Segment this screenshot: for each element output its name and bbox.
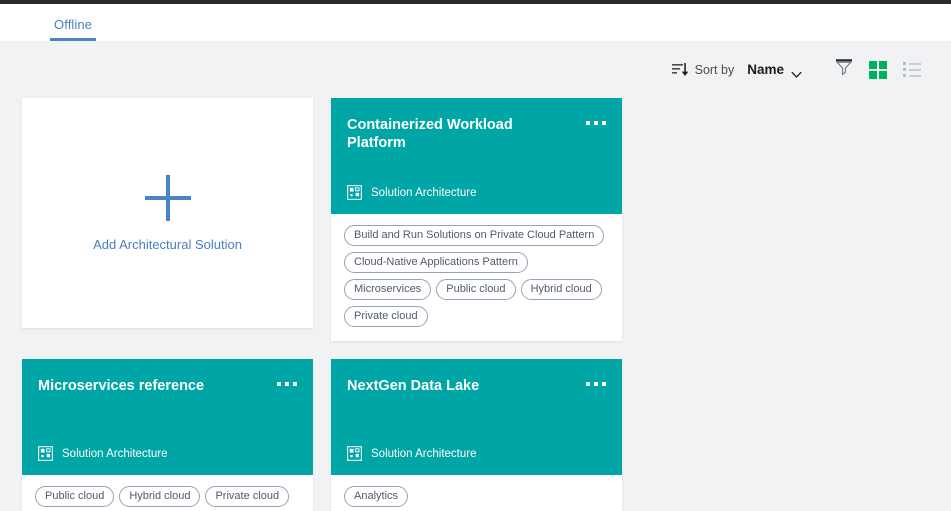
sort-by-label: Sort by (694, 62, 735, 77)
solutions-board: Add Architectural Solution Containerized… (0, 98, 951, 511)
tag[interactable]: Public cloud (436, 279, 516, 300)
solution-architecture-icon (38, 446, 53, 461)
solution-card[interactable]: Microservices reference Solution Archite… (22, 359, 313, 511)
add-architectural-solution-card[interactable]: Add Architectural Solution (22, 98, 313, 328)
solution-card[interactable]: NextGen Data Lake Solution Architecture … (331, 359, 622, 511)
sort-descending-icon[interactable] (671, 62, 688, 78)
tag[interactable]: Hybrid cloud (520, 279, 602, 300)
tab-offline[interactable]: Offline (50, 17, 97, 41)
card-header: Microservices reference Solution Archite… (22, 359, 313, 475)
card-title: Containerized Workload Platform (347, 117, 513, 152)
tag[interactable]: Analytics (344, 486, 409, 507)
card-header: NextGen Data Lake Solution Architecture (331, 359, 622, 475)
tag[interactable]: Public cloud (35, 486, 115, 507)
card-type-label: Solution Architecture (371, 447, 477, 460)
tag[interactable]: Microservices (344, 279, 432, 300)
solution-architecture-icon (347, 185, 362, 200)
card-tags: Public cloud Hybrid cloud Private cloud … (22, 475, 313, 511)
tag[interactable]: Build and Run Solutions on Private Cloud… (344, 225, 605, 246)
overflow-menu-icon[interactable] (586, 377, 606, 386)
card-tags: Analytics (331, 475, 622, 511)
filter-funnel-icon (834, 57, 854, 82)
sort-value-dropdown[interactable]: Name (747, 62, 784, 77)
card-title: Microservices reference (38, 378, 205, 394)
chevron-down-icon[interactable] (791, 66, 802, 78)
toolbar: Sort by Name (0, 41, 951, 98)
plus-icon (144, 174, 191, 221)
tag[interactable]: Private cloud (205, 486, 290, 507)
tab-offline-label: Offline (54, 17, 93, 32)
filter-button[interactable] (827, 53, 861, 87)
solution-architecture-icon (347, 446, 362, 461)
tag[interactable]: Hybrid cloud (119, 486, 201, 507)
list-view-icon (903, 62, 921, 77)
grid-view-button[interactable] (861, 53, 895, 87)
card-type-label: Solution Architecture (62, 447, 168, 460)
card-header: Containerized Workload Platform Solution… (331, 98, 622, 214)
card-title: NextGen Data Lake (347, 378, 480, 394)
tag[interactable]: Cloud-Native Applications Pattern (344, 252, 528, 273)
solution-card[interactable]: Containerized Workload Platform Solution… (331, 98, 622, 341)
grid-view-icon (869, 60, 887, 79)
overflow-menu-icon[interactable] (586, 116, 606, 125)
add-architectural-solution-label: Add Architectural Solution (93, 236, 242, 252)
sort-control[interactable]: Sort by Name (671, 62, 802, 78)
card-tags: Build and Run Solutions on Private Cloud… (331, 214, 622, 341)
list-view-button[interactable] (895, 53, 929, 87)
tab-bar: Offline (0, 4, 951, 41)
tag[interactable]: Private cloud (344, 306, 428, 327)
card-type-label: Solution Architecture (371, 186, 477, 199)
overflow-menu-icon[interactable] (277, 377, 297, 386)
